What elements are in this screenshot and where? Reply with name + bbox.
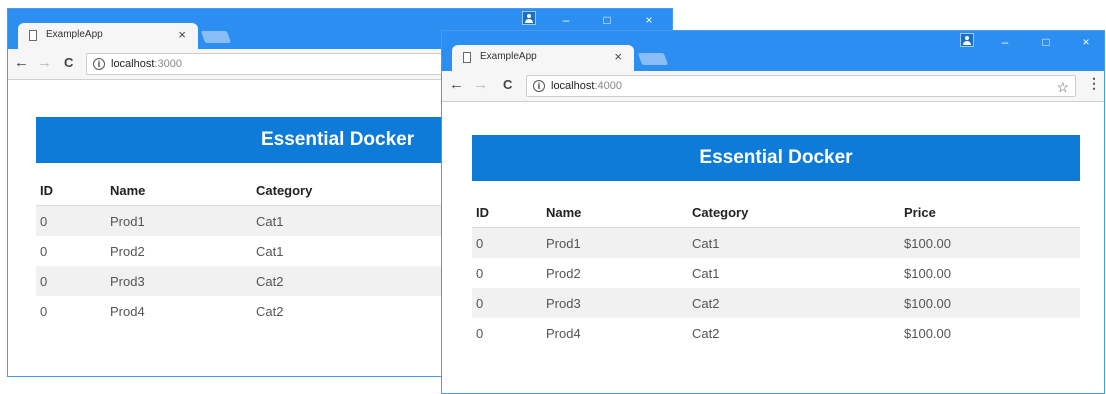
- tab-close-icon[interactable]: ×: [614, 49, 622, 65]
- address-bar[interactable]: i localhost:4000 ☆: [526, 75, 1076, 97]
- banner-title: Essential Docker: [261, 129, 415, 150]
- column-header-name: Name: [106, 175, 252, 206]
- tab-title: ExampleApp: [480, 51, 537, 62]
- banner-title: Essential Docker: [699, 147, 853, 168]
- browser-toolbar: ← → C i localhost:4000 ☆ ⋮: [442, 71, 1104, 102]
- menu-icon[interactable]: ⋮: [1087, 75, 1101, 92]
- url-host: localhost: [551, 80, 595, 92]
- cell-category: Cat2: [692, 325, 720, 341]
- browser-window-4000: ExampleApp × – □ × ← → C i localhost:400…: [441, 30, 1105, 394]
- info-icon[interactable]: i: [533, 80, 545, 92]
- minimize-button[interactable]: –: [990, 31, 1020, 57]
- cell-name: Prod2: [546, 265, 581, 281]
- cell-id: 0: [36, 266, 106, 296]
- browser-tab[interactable]: ExampleApp ×: [452, 45, 634, 71]
- cell-id: 0: [476, 325, 484, 341]
- cell-price: $100.00: [900, 288, 1080, 318]
- url-text: localhost:4000: [551, 80, 622, 92]
- cell-name: Prod4: [110, 303, 145, 319]
- page-icon: [463, 52, 471, 63]
- cell-price: $100.00: [904, 265, 951, 281]
- cell-id: 0: [40, 303, 48, 319]
- back-arrow-icon[interactable]: ←: [14, 54, 29, 72]
- cell-category: Cat2: [688, 288, 900, 318]
- cell-id: 0: [476, 265, 484, 281]
- table-row: 0 Prod4 Cat2 $100.00: [472, 318, 1080, 348]
- table-row: 0 Prod1 Cat1 $100.00: [472, 227, 1080, 258]
- cell-category: Cat1: [688, 227, 900, 258]
- cell-name: Prod1: [542, 227, 688, 258]
- close-window-button[interactable]: ×: [1071, 31, 1101, 57]
- forward-arrow-icon[interactable]: →: [473, 76, 488, 94]
- cell-name: Prod4: [546, 325, 581, 341]
- tab-close-icon[interactable]: ×: [178, 27, 186, 43]
- cell-id: 0: [472, 288, 542, 318]
- products-table: ID Name Category Price 0 Prod1 Cat1 $100…: [472, 197, 1080, 348]
- reload-icon[interactable]: C: [503, 76, 512, 94]
- cell-name: Prod1: [106, 205, 252, 236]
- cell-category: Cat1: [692, 265, 720, 281]
- maximize-button[interactable]: □: [1031, 31, 1061, 57]
- profile-icon[interactable]: [522, 11, 536, 25]
- table-row: 0 Prod2 Cat1 $100.00: [472, 258, 1080, 288]
- cell-name: Prod3: [542, 288, 688, 318]
- cell-price: $100.00: [900, 227, 1080, 258]
- url-host: localhost: [111, 58, 155, 70]
- url-port: :3000: [154, 58, 182, 70]
- url-port: :4000: [594, 80, 622, 92]
- title-bar: ExampleApp × – □ ×: [442, 31, 1104, 71]
- column-header-category: Category: [688, 197, 900, 228]
- tab-title: ExampleApp: [46, 29, 103, 40]
- cell-id: 0: [36, 205, 106, 236]
- browser-tab[interactable]: ExampleApp ×: [18, 23, 198, 49]
- table-row: 0 Prod3 Cat2 $100.00: [472, 288, 1080, 318]
- reload-icon[interactable]: C: [64, 54, 73, 72]
- cell-id: 0: [472, 227, 542, 258]
- page-banner: Essential Docker: [472, 135, 1080, 181]
- url-text: localhost:3000: [111, 58, 182, 70]
- forward-arrow-icon[interactable]: →: [37, 54, 52, 72]
- column-header-id: ID: [472, 197, 542, 228]
- info-icon[interactable]: i: [93, 58, 105, 70]
- column-header-id: ID: [36, 175, 106, 206]
- cell-name: Prod3: [106, 266, 252, 296]
- new-tab-button[interactable]: [637, 53, 669, 65]
- cell-price: $100.00: [904, 325, 951, 341]
- table-header-row: ID Name Category Price: [472, 197, 1080, 228]
- cell-id: 0: [40, 243, 48, 259]
- cell-name: Prod2: [110, 243, 145, 259]
- new-tab-button[interactable]: [200, 31, 232, 43]
- profile-icon[interactable]: [960, 33, 974, 47]
- back-arrow-icon[interactable]: ←: [449, 76, 464, 94]
- star-icon[interactable]: ☆: [1056, 79, 1069, 96]
- column-header-name: Name: [542, 197, 688, 228]
- page-icon: [29, 30, 37, 41]
- column-header-price: Price: [900, 197, 1080, 228]
